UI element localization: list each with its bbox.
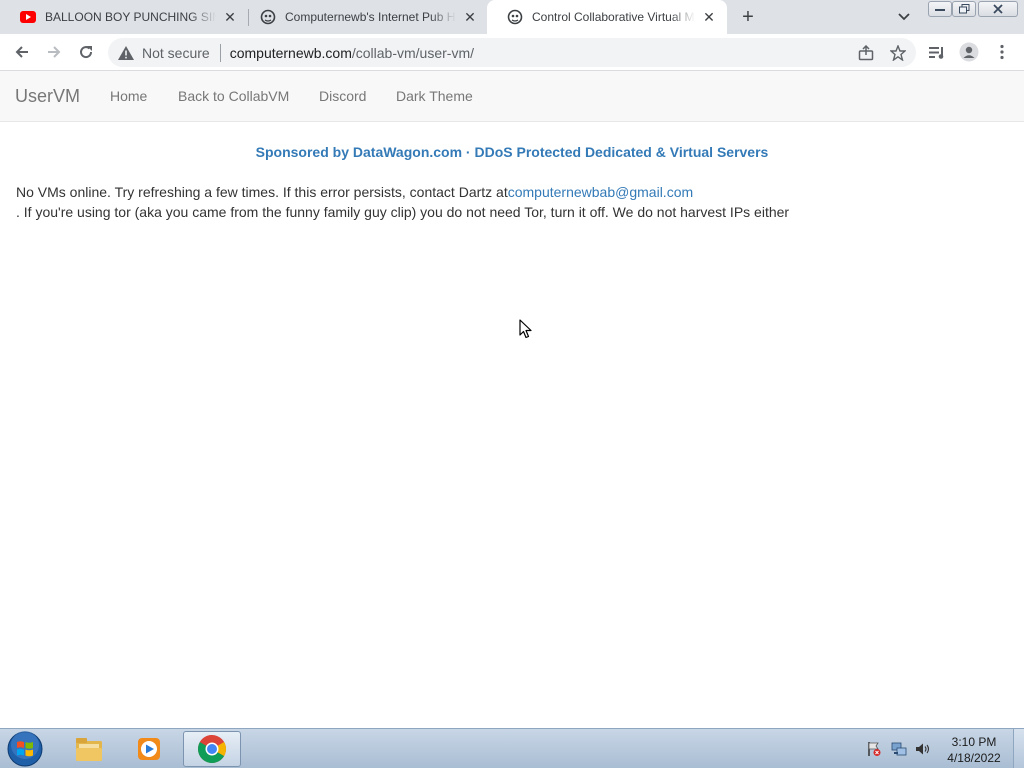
- tab-strip: BALLOON BOY PUNCHING SIMULATOR ✕ Compute…: [0, 0, 1024, 34]
- explorer-icon: [76, 738, 102, 761]
- contact-email-link[interactable]: computernewbab@gmail.com: [508, 184, 693, 200]
- tab-title: Control Collaborative Virtual Machines: [532, 10, 695, 24]
- browser-toolbar: Not secure computernewb.com/collab-vm/us…: [0, 34, 1024, 71]
- show-desktop-button[interactable]: [1013, 729, 1024, 768]
- reading-list-icon[interactable]: [925, 40, 949, 64]
- close-tab-icon[interactable]: ✕: [222, 9, 238, 25]
- computernewb-icon: [507, 9, 523, 25]
- tab-balloon-boy[interactable]: BALLOON BOY PUNCHING SIMULATOR ✕: [0, 0, 248, 34]
- tab-search-chevron-icon[interactable]: [894, 9, 914, 25]
- system-clock[interactable]: 3:10 PM 4/18/2022: [940, 734, 1008, 766]
- media-player-icon: [138, 738, 160, 760]
- clock-time: 3:10 PM: [951, 735, 997, 749]
- start-button[interactable]: [6, 731, 44, 767]
- youtube-icon: [20, 9, 36, 25]
- warning-icon[interactable]: [118, 45, 134, 61]
- site-navbar: UserVM Home Back to CollabVM Discord Dar…: [0, 71, 1024, 122]
- forward-button[interactable]: [42, 40, 66, 64]
- taskbar-media-player[interactable]: [120, 731, 178, 767]
- windows-orb-icon: [7, 731, 43, 767]
- nav-link-back-to-collabvm[interactable]: Back to CollabVM: [178, 88, 289, 104]
- mouse-cursor-icon: [519, 319, 533, 344]
- menu-kebab-icon[interactable]: [990, 40, 1014, 64]
- url-path: /collab-vm/user-vm/: [351, 44, 475, 61]
- reload-button[interactable]: [74, 40, 98, 64]
- address-bar[interactable]: Not secure computernewb.com/collab-vm/us…: [108, 38, 916, 67]
- profile-avatar-icon[interactable]: [957, 40, 981, 64]
- share-icon[interactable]: [857, 44, 875, 62]
- sponsor-link[interactable]: Sponsored by DataWagon.com · DDoS Protec…: [0, 144, 1024, 160]
- tab-title: Computernewb's Internet Pub Hub: [285, 10, 456, 24]
- url-host: computernewb.com: [229, 44, 352, 61]
- error-message-line2: . If you're using tor (aka you came from…: [16, 204, 790, 220]
- site-brand[interactable]: UserVM: [15, 86, 80, 107]
- chrome-icon: [198, 735, 226, 763]
- tab-title: BALLOON BOY PUNCHING SIMULATOR: [45, 10, 216, 24]
- reload-icon: [80, 46, 93, 59]
- back-arrow-icon: [15, 46, 28, 58]
- close-tab-icon[interactable]: ✕: [462, 9, 478, 25]
- url-text[interactable]: computernewb.com/collab-vm/user-vm/: [230, 45, 474, 61]
- network-icon[interactable]: [891, 741, 907, 757]
- action-center-flag-icon[interactable]: [866, 741, 882, 757]
- back-button[interactable]: [10, 40, 34, 64]
- restore-button[interactable]: [952, 1, 976, 17]
- close-tab-icon[interactable]: ✕: [701, 9, 717, 25]
- nav-link-discord[interactable]: Discord: [319, 88, 366, 104]
- new-tab-button[interactable]: +: [736, 5, 760, 29]
- omnibox-divider: [219, 43, 221, 62]
- bookmark-star-icon[interactable]: [889, 44, 907, 62]
- error-text: No VMs online. Try refreshing a few time…: [16, 184, 508, 200]
- tab-collab-vm[interactable]: Control Collaborative Virtual Machines ✕: [487, 0, 727, 34]
- nav-link-home[interactable]: Home: [110, 88, 147, 104]
- tab-internet-pub-hub[interactable]: Computernewb's Internet Pub Hub ✕: [240, 0, 488, 34]
- windows-taskbar: 3:10 PM 4/18/2022: [0, 728, 1024, 768]
- error-message-line1: No VMs online. Try refreshing a few time…: [16, 184, 693, 200]
- nav-link-dark-theme[interactable]: Dark Theme: [396, 88, 473, 104]
- volume-icon[interactable]: [915, 741, 931, 757]
- computernewb-icon: [260, 9, 276, 25]
- close-window-button[interactable]: [978, 1, 1018, 17]
- forward-arrow-icon: [48, 46, 61, 58]
- security-label[interactable]: Not secure: [142, 45, 210, 61]
- taskbar-explorer[interactable]: [60, 731, 118, 767]
- minimize-button[interactable]: [928, 1, 952, 17]
- taskbar-chrome[interactable]: [183, 731, 241, 767]
- clock-date: 4/18/2022: [947, 751, 1001, 765]
